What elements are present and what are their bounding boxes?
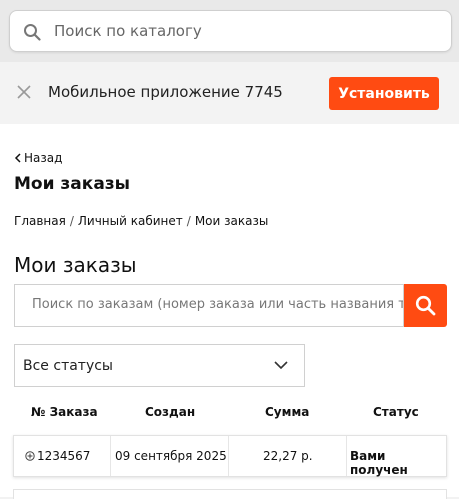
cell-divider [110,436,111,476]
table-row-partial [13,489,447,499]
main-content: Назад Мои заказы Главная / Личный кабинет /… [0,124,459,499]
order-status-cell: Вами получен [350,449,408,477]
status-filter-select[interactable]: Все статусы [14,344,305,387]
table-row[interactable]: 1234567 09 сентября 2025 22,27 р. Вами п… [13,435,447,477]
breadcrumb: Главная / Личный кабинет / Мои заказы [14,214,268,228]
status-filter-value: Все статусы [23,358,113,374]
search-icon [415,295,436,316]
page-title: Мои заказы [14,174,131,194]
order-number-cell[interactable]: 1234567 [25,449,90,463]
order-created-cell: 09 сентября 2025 [115,449,227,463]
catalog-search-placeholder: Поиск по каталогу [54,22,202,40]
column-header-status[interactable]: Статус [373,405,419,419]
orders-search-button[interactable] [404,284,447,327]
expand-plus-icon[interactable] [25,451,35,461]
cell-divider [228,436,229,476]
back-link-label: Назад [24,151,63,165]
breadcrumb-separator: / [186,214,191,228]
order-sum-cell: 22,27 р. [263,449,313,463]
search-icon [24,24,41,41]
app-install-banner: Мобильное приложение 7745 Установить [0,62,459,124]
back-link[interactable]: Назад [14,151,62,165]
chevron-down-icon [274,361,288,370]
orders-search-input[interactable]: Поиск по заказам (номер заказа или часть… [14,284,404,327]
top-search-bar: Поиск по каталогу [0,0,459,62]
column-header-number[interactable]: № Заказа [31,405,98,419]
breadcrumb-separator: / [69,214,74,228]
breadcrumb-item-orders: Мои заказы [194,214,269,228]
column-header-sum[interactable]: Сумма [265,405,309,419]
column-header-created[interactable]: Создан [145,405,195,419]
order-number: 1234567 [37,449,91,463]
cell-divider [346,436,347,476]
breadcrumb-item-account[interactable]: Личный кабинет [78,214,183,228]
close-icon[interactable] [16,84,32,100]
install-app-button[interactable]: Установить [329,77,439,110]
app-banner-title: Мобильное приложение 7745 [48,83,283,101]
orders-search-placeholder: Поиск по заказам (номер заказа или часть… [32,297,403,312]
catalog-search-input[interactable]: Поиск по каталогу [9,10,452,52]
chevron-left-icon [14,153,21,163]
section-title: Мои заказы [14,253,137,277]
breadcrumb-item-home[interactable]: Главная [14,214,66,228]
